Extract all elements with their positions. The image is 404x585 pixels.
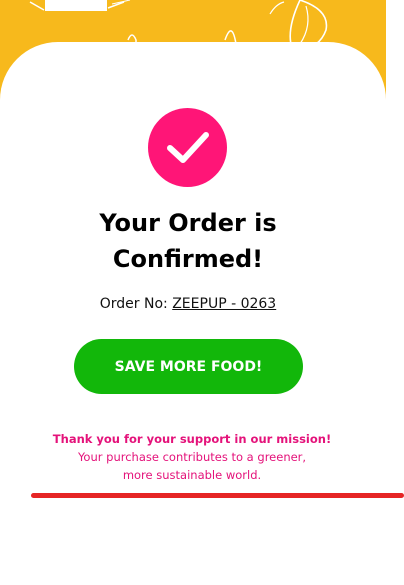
order-confirmation-screen: Your Order is Confirmed! Order No: ZEEPU… [0, 0, 404, 585]
thanks-heading: Thank you for your support in our missio… [52, 432, 332, 446]
checkmark-icon [148, 108, 227, 187]
divider [31, 493, 404, 498]
page-title: Your Order is Confirmed! [0, 205, 376, 277]
order-number: ZEEPUP - 0263 [172, 296, 277, 312]
save-more-food-button[interactable]: SAVE MORE FOOD! [74, 339, 303, 394]
thank-you-message: Thank you for your support in our missio… [0, 430, 384, 484]
thanks-detail: Your purchase contributes to a greener, … [77, 450, 307, 482]
title-line-2: Confirmed! [112, 245, 264, 273]
title-line-1: Your Order is [99, 209, 277, 237]
order-number-line: Order No: ZEEPUP - 0263 [0, 296, 376, 312]
order-label: Order No: [99, 296, 173, 312]
